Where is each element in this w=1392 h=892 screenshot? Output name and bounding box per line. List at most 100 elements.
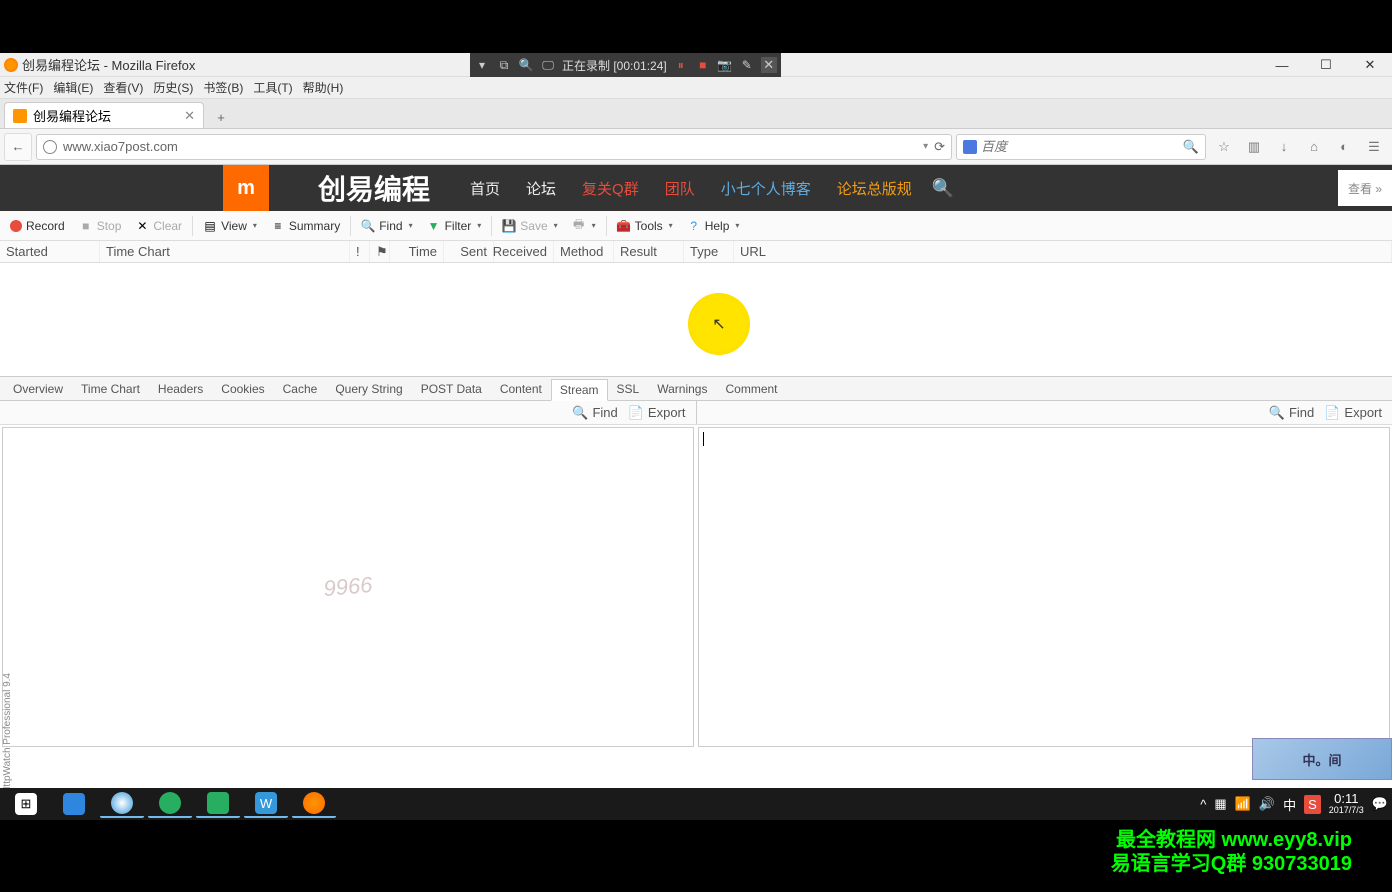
nav-home[interactable]: 首页	[470, 178, 500, 199]
recorder-stop-icon[interactable]: ■	[695, 57, 711, 73]
dtab-content[interactable]: Content	[491, 378, 551, 400]
url-dropdown-icon[interactable]: ▾	[923, 141, 928, 152]
menu-view[interactable]: 查看(V)	[103, 79, 143, 96]
site-chk-label[interactable]: 查看 »	[1348, 180, 1382, 197]
tray-notification-icon[interactable]: 💬	[1372, 796, 1388, 812]
dtab-querystring[interactable]: Query String	[326, 378, 411, 400]
menu-history[interactable]: 历史(S)	[153, 79, 193, 96]
dtab-overview[interactable]: Overview	[4, 378, 72, 400]
col-timechart[interactable]: Time Chart	[100, 241, 350, 262]
stop-button[interactable]: ■Stop	[73, 216, 128, 236]
dtab-comment[interactable]: Comment	[716, 378, 786, 400]
menu-tools[interactable]: 工具(T)	[253, 79, 292, 96]
recorder-zoom-icon[interactable]: 🔍	[518, 57, 534, 73]
dtab-cache[interactable]: Cache	[274, 378, 327, 400]
reading-list-icon[interactable]: ▥	[1240, 133, 1268, 161]
taskbar-firefox[interactable]	[292, 790, 336, 818]
nav-rules[interactable]: 论坛总版规	[837, 178, 912, 199]
nav-forum[interactable]: 论坛	[526, 178, 556, 199]
export-left-button[interactable]: 📄Export	[628, 405, 686, 421]
taskbar-ie[interactable]	[52, 790, 96, 818]
recorder-dropdown-icon[interactable]: ▾	[474, 57, 490, 73]
taskbar-app3[interactable]	[196, 790, 240, 818]
tray-sogou-icon[interactable]: S	[1304, 795, 1321, 814]
tray-wifi-icon[interactable]: 📶	[1235, 796, 1251, 812]
downloads-icon[interactable]: ↓	[1270, 133, 1298, 161]
tray-chevron-icon[interactable]: ^	[1200, 797, 1206, 812]
help-button[interactable]: ?Help▾	[681, 216, 746, 236]
search-input[interactable]	[981, 139, 1179, 154]
home-icon[interactable]: ⌂	[1300, 133, 1328, 161]
col-type[interactable]: Type	[684, 241, 734, 262]
dtab-ssl[interactable]: SSL	[608, 378, 649, 400]
col-sent[interactable]: Sent	[444, 241, 494, 262]
tools-button[interactable]: 🧰Tools▾	[611, 216, 679, 236]
nav-qgroup[interactable]: 复关Q群	[582, 178, 639, 199]
recorder-pen-icon[interactable]: ✎	[739, 57, 755, 73]
recorder-monitor-icon[interactable]: 🖵	[540, 57, 556, 73]
search-box[interactable]: 🔍	[956, 134, 1206, 160]
col-received[interactable]: Received	[494, 241, 554, 262]
nav-blog[interactable]: 小七个人博客	[721, 178, 811, 199]
dtab-cookies[interactable]: Cookies	[212, 378, 273, 400]
taskbar-app1[interactable]	[100, 790, 144, 818]
menu-file[interactable]: 文件(F)	[4, 79, 43, 96]
col-url[interactable]: URL	[734, 241, 1392, 262]
tray-app-icon[interactable]: ▦	[1214, 796, 1226, 812]
site-logo[interactable]: m	[182, 165, 310, 211]
start-button[interactable]: ⊞	[4, 790, 48, 818]
new-tab-button[interactable]: +	[208, 106, 234, 128]
menu-help[interactable]: 帮助(H)	[303, 79, 344, 96]
find-button[interactable]: 🔍Find▾	[355, 216, 418, 236]
recorder-window-icon[interactable]: ⧉	[496, 57, 512, 73]
filter-button[interactable]: ▼Filter▾	[421, 216, 488, 236]
record-button[interactable]: Record	[4, 216, 71, 236]
col-started[interactable]: Started	[0, 241, 100, 262]
dtab-timechart[interactable]: Time Chart	[72, 378, 149, 400]
tray-volume-icon[interactable]: 🔊	[1259, 796, 1275, 812]
search-icon[interactable]: 🔍	[1183, 139, 1199, 155]
print-button[interactable]: 🖶▾	[566, 216, 602, 236]
col-flag[interactable]: ⚑	[370, 241, 390, 262]
floating-thumbnail[interactable]: 中。间	[1252, 738, 1392, 780]
find-left-button[interactable]: 🔍Find	[572, 405, 617, 421]
tray-clock[interactable]: 0:11 2017/7/3	[1329, 792, 1364, 816]
site-search-icon[interactable]: 🔍	[932, 178, 954, 199]
minimize-button[interactable]: —	[1260, 53, 1304, 77]
col-alert[interactable]: !	[350, 241, 370, 262]
save-button[interactable]: 💾Save▾	[496, 216, 563, 236]
recorder-camera-icon[interactable]: 📷	[717, 57, 733, 73]
tab-close-icon[interactable]: ✕	[184, 108, 195, 124]
close-button[interactable]: ✕	[1348, 53, 1392, 77]
export-right-button[interactable]: 📄Export	[1324, 405, 1382, 421]
request-grid[interactable]: ↖	[0, 263, 1392, 377]
browser-tab[interactable]: 创易编程论坛 ✕	[4, 102, 204, 128]
url-bar[interactable]: www.xiao7post.com ▾ ⟳	[36, 134, 952, 160]
back-button[interactable]: ←	[4, 133, 32, 161]
dtab-headers[interactable]: Headers	[149, 378, 212, 400]
find-right-button[interactable]: 🔍Find	[1269, 405, 1314, 421]
nav-team[interactable]: 团队	[665, 178, 695, 199]
taskbar-app2[interactable]	[148, 790, 192, 818]
dtab-stream[interactable]: Stream	[551, 379, 608, 401]
dtab-postdata[interactable]: POST Data	[412, 378, 491, 400]
dtab-warnings[interactable]: Warnings	[648, 378, 716, 400]
bookmark-star-icon[interactable]: ☆	[1210, 133, 1238, 161]
addon-icon[interactable]: ◐	[1330, 133, 1358, 161]
request-stream-pane[interactable]: 9966	[2, 427, 694, 747]
reload-icon[interactable]: ⟳	[934, 139, 945, 155]
hamburger-menu-icon[interactable]: ☰	[1360, 133, 1388, 161]
recorder-pause-icon[interactable]: ⏸	[673, 57, 689, 73]
menu-edit[interactable]: 编辑(E)	[53, 79, 93, 96]
tray-ime[interactable]: 中	[1283, 795, 1296, 814]
view-button[interactable]: ▤View▾	[197, 216, 263, 236]
col-result[interactable]: Result	[614, 241, 684, 262]
col-time[interactable]: Time	[390, 241, 444, 262]
summary-button[interactable]: ≡Summary	[265, 216, 346, 236]
clear-button[interactable]: ✕Clear	[129, 216, 188, 236]
recorder-close-icon[interactable]: ✕	[761, 57, 777, 73]
col-method[interactable]: Method	[554, 241, 614, 262]
response-stream-pane[interactable]	[698, 427, 1390, 747]
taskbar-app4[interactable]: W	[244, 790, 288, 818]
menu-bookmarks[interactable]: 书签(B)	[203, 79, 243, 96]
